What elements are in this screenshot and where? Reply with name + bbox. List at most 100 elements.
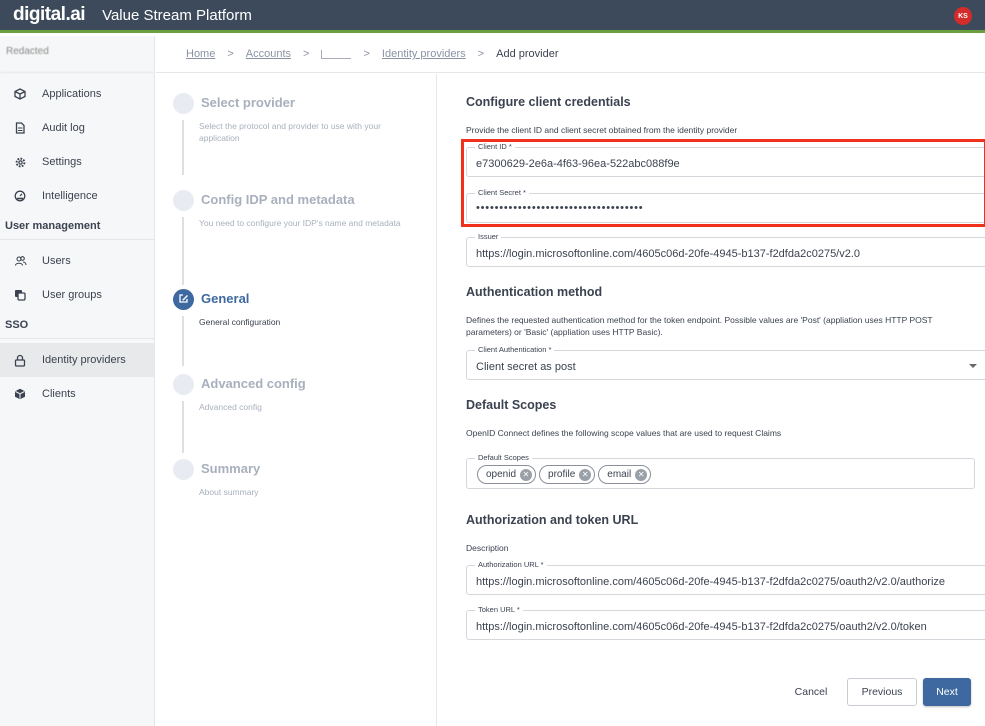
user-avatar[interactable]: KS <box>954 7 972 25</box>
scope-chips: openid ✕ profile ✕ email ✕ <box>477 465 652 484</box>
section-user-management: User management <box>0 213 154 240</box>
section-desc-scopes: OpenID Connect defines the following sco… <box>466 428 782 438</box>
step-title: Config IDP and metadata <box>201 192 355 207</box>
section-title-auth-method: Authentication method <box>466 285 603 299</box>
sidebar-item-label: Identity providers <box>42 354 126 366</box>
highlight-annotation <box>461 139 985 227</box>
section-desc-urls: Description <box>466 543 509 553</box>
account-name[interactable]: Redacted <box>0 36 154 73</box>
sidebar-item-audit-log[interactable]: Audit log <box>0 111 154 145</box>
sidebar-item-label: Users <box>42 255 71 267</box>
gear-icon <box>13 155 27 169</box>
groups-icon <box>13 288 27 302</box>
section-title-scopes: Default Scopes <box>466 398 557 412</box>
scope-chip[interactable]: openid ✕ <box>477 465 537 484</box>
section-desc-credentials: Provide the client ID and client secret … <box>466 125 738 135</box>
chip-label: openid <box>486 469 517 480</box>
step-description: Select the protocol and provider to use … <box>199 121 381 143</box>
step-indicator <box>173 374 194 395</box>
breadcrumb-separator: > <box>363 48 370 60</box>
step-title: Summary <box>201 461 261 476</box>
step-connector <box>182 120 184 175</box>
field-label: Authorization URL * <box>475 560 547 569</box>
breadcrumb-current: Add provider <box>496 48 559 60</box>
close-icon[interactable]: ✕ <box>579 468 592 481</box>
field-label: Client Authentication * <box>475 345 555 354</box>
authorization-url-field[interactable]: Authorization URL * https://login.micros… <box>466 560 985 595</box>
sidebar-item-label: User groups <box>42 289 102 301</box>
sidebar-item-label: Settings <box>42 156 82 168</box>
next-button[interactable]: Next <box>923 678 971 706</box>
step-title: General <box>201 291 250 306</box>
field-label: Token URL * <box>475 605 523 614</box>
sidebar-item-label: Applications <box>42 88 102 100</box>
breadcrumb-identity-providers[interactable]: Identity providers <box>382 48 466 60</box>
step-indicator <box>173 93 194 114</box>
breadcrumb-separator: > <box>477 48 485 60</box>
token-url-input[interactable]: https://login.microsoftonline.com/4605c0… <box>476 621 985 633</box>
close-icon[interactable]: ✕ <box>635 468 648 481</box>
breadcrumb-account-redacted[interactable] <box>321 49 352 59</box>
step-indicator-active <box>173 289 194 310</box>
client-authentication-select[interactable]: Client Authentication * Client secret as… <box>466 345 985 380</box>
cube-icon <box>13 87 27 101</box>
document-icon <box>13 121 27 135</box>
edit-icon <box>178 291 189 309</box>
gauge-icon <box>13 189 27 203</box>
scope-chip[interactable]: email ✕ <box>598 465 652 484</box>
box-icon <box>13 387 27 401</box>
sidebar: Redacted Applications Audit log Settings… <box>0 36 155 726</box>
sidebar-item-intelligence[interactable]: Intelligence <box>0 179 154 213</box>
authorization-url-input[interactable]: https://login.microsoftonline.com/4605c0… <box>476 576 985 588</box>
token-url-field[interactable]: Token URL * https://login.microsoftonlin… <box>466 605 985 640</box>
step-indicator <box>173 190 194 211</box>
step-connector <box>182 217 184 285</box>
sidebar-item-identity-providers[interactable]: Identity providers <box>0 343 154 377</box>
step-description: About summary <box>199 487 259 497</box>
issuer-field[interactable]: Issuer https://login.microsoftonline.com… <box>466 232 985 267</box>
chip-label: profile <box>548 469 576 480</box>
client-authentication-value[interactable]: Client secret as post <box>476 361 985 373</box>
step-description: You need to configure your IDP's name an… <box>199 218 401 228</box>
step-connector <box>182 316 184 366</box>
issuer-input[interactable]: https://login.microsoftonline.com/4605c0… <box>476 248 985 260</box>
sidebar-item-applications[interactable]: Applications <box>0 77 154 111</box>
breadcrumb-separator: > <box>303 48 310 60</box>
chevron-down-icon[interactable] <box>969 364 977 368</box>
breadcrumb-accounts[interactable]: Accounts <box>246 48 291 60</box>
sidebar-item-user-groups[interactable]: User groups <box>0 278 154 312</box>
scope-chip[interactable]: profile ✕ <box>539 465 596 484</box>
breadcrumb-separator: > <box>227 48 234 60</box>
field-label: Default Scopes <box>475 453 532 462</box>
default-scopes-field[interactable]: Default Scopes openid ✕ profile ✕ email … <box>466 453 975 489</box>
users-icon <box>13 254 27 268</box>
sidebar-item-label: Audit log <box>42 122 85 134</box>
previous-button[interactable]: Previous <box>847 678 917 706</box>
step-description: General configuration <box>199 317 281 327</box>
breadcrumb-home[interactable]: Home <box>186 48 215 60</box>
section-title-credentials: Configure client credentials <box>466 95 631 109</box>
step-connector <box>182 401 184 453</box>
step-title: Advanced config <box>201 376 306 391</box>
sidebar-item-users[interactable]: Users <box>0 244 154 278</box>
step-indicator <box>173 459 194 480</box>
lock-icon <box>13 353 27 367</box>
sidebar-item-label: Intelligence <box>42 190 98 202</box>
top-bar: digital.ai Value Stream Platform KS <box>0 0 985 33</box>
sidebar-item-label: Clients <box>42 388 76 400</box>
breadcrumb: Home > Accounts > > Identity providers >… <box>156 36 985 73</box>
section-title-urls: Authorization and token URL <box>466 513 639 527</box>
close-icon[interactable]: ✕ <box>520 468 533 481</box>
app-title: Value Stream Platform <box>102 6 252 24</box>
sidebar-item-settings[interactable]: Settings <box>0 145 154 179</box>
step-description: Advanced config <box>199 402 262 412</box>
logo[interactable]: digital.ai <box>13 4 86 26</box>
wizard-stepper: Select provider Select the protocol and … <box>156 74 437 726</box>
section-sso: SSO <box>0 312 154 339</box>
chip-label: email <box>607 469 632 480</box>
sidebar-item-clients[interactable]: Clients <box>0 377 154 411</box>
field-label: Issuer <box>475 232 502 241</box>
step-title: Select provider <box>201 95 295 110</box>
section-desc-auth-method: Defines the requested authentication met… <box>466 315 933 337</box>
cancel-button[interactable]: Cancel <box>786 678 836 706</box>
